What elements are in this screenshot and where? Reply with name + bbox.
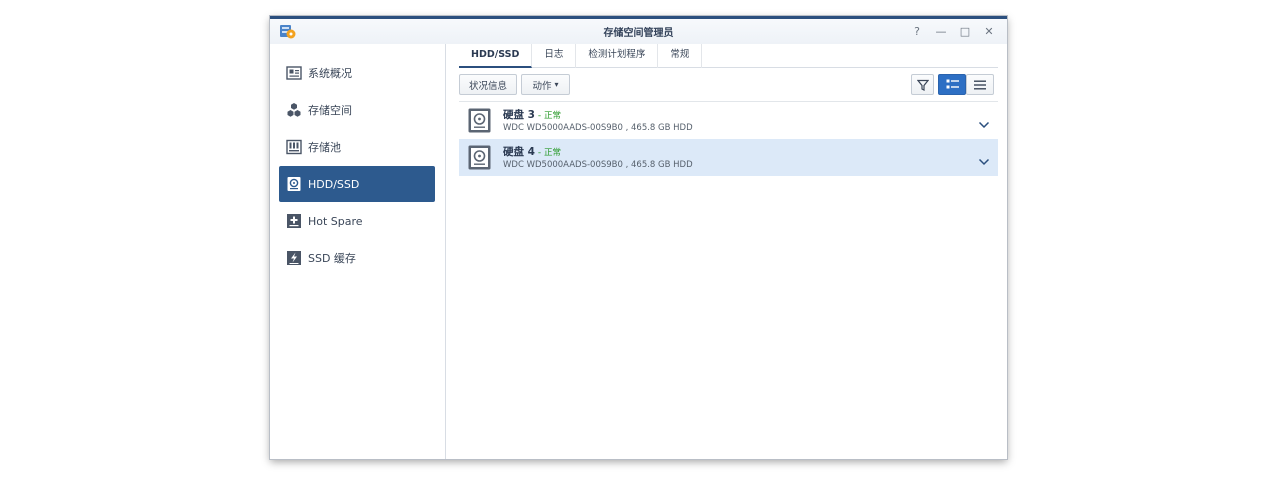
window-title: 存储空间管理员	[603, 28, 674, 39]
list-icon	[974, 80, 986, 90]
sidebar-item-label: Hot Spare	[308, 214, 363, 228]
pool-icon	[286, 139, 302, 155]
minimize-button[interactable]: —	[933, 23, 949, 39]
sidebar-item-storage-pool[interactable]: 存储池	[279, 129, 435, 165]
sidebar-item-overview[interactable]: 系统概况	[279, 55, 435, 91]
disk-status-separator: -	[534, 111, 544, 121]
tab-general[interactable]: 常规	[658, 44, 703, 68]
status-badge: 正常	[543, 148, 561, 158]
title-bar[interactable]: 存储空间管理员 ? — □ ✕	[270, 19, 1007, 44]
disk-name-text: 硬盘 3	[503, 109, 535, 121]
hard-disk-icon	[468, 145, 491, 170]
disk-description: WDC WD5000AADS-00S9B0 , 465.8 GB HDD	[503, 160, 693, 170]
caret-down-icon: ▾	[554, 80, 559, 89]
disk-status-separator: -	[534, 148, 544, 158]
list-view-button[interactable]	[966, 74, 994, 95]
disk-list: 硬盘 3 - 正常 WDC WD5000AADS-00S9B0 , 465.8 …	[459, 101, 998, 176]
hard-disk-icon	[468, 108, 491, 133]
overview-icon	[286, 65, 302, 81]
sidebar-item-label: 系统概况	[308, 67, 352, 80]
chevron-down-icon[interactable]	[978, 115, 990, 129]
maximize-button[interactable]: □	[957, 23, 973, 39]
close-button[interactable]: ✕	[981, 23, 997, 39]
sidebar-item-hdd-ssd[interactable]: HDD/SSD	[279, 166, 435, 202]
list-item[interactable]: 硬盘 4 - 正常 WDC WD5000AADS-00S9B0 , 465.8 …	[459, 139, 998, 176]
toolbar: 状况信息 动作 ▾	[459, 74, 998, 96]
ssd-cache-icon	[286, 250, 302, 266]
tab-hdd-ssd[interactable]: HDD/SSD	[459, 44, 533, 68]
sidebar-item-label: HDD/SSD	[308, 177, 360, 191]
storage-manager-window: 存储空间管理员 ? — □ ✕ 系统概况 存储空间 存储池 HDD/SSD Ho…	[270, 16, 1007, 459]
disk-name: 硬盘 4 - 正常	[503, 144, 561, 159]
action-label: 动作	[532, 80, 552, 92]
detail-list-icon	[946, 79, 959, 90]
status-badge: 正常	[543, 111, 561, 121]
sidebar-item-hot-spare[interactable]: Hot Spare	[279, 203, 435, 239]
disk-name-text: 硬盘 4	[503, 146, 535, 158]
cubes-icon	[286, 102, 302, 118]
disk-name: 硬盘 3 - 正常	[503, 107, 561, 122]
filter-button[interactable]	[911, 74, 934, 95]
action-dropdown-button[interactable]: 动作 ▾	[521, 74, 570, 95]
sidebar-item-ssd-cache[interactable]: SSD 缓存	[279, 240, 435, 276]
chevron-down-icon[interactable]	[978, 152, 990, 166]
sidebar: 系统概况 存储空间 存储池 HDD/SSD Hot Spare SSD 缓存	[270, 44, 446, 459]
help-button[interactable]: ?	[909, 23, 925, 39]
sidebar-item-label: 存储空间	[308, 104, 352, 117]
main-panel: HDD/SSD 日志 检测计划程序 常规 状况信息 动作 ▾ 硬盘 3 - 正常…	[447, 44, 1007, 459]
sidebar-item-label: SSD 缓存	[308, 252, 356, 265]
tab-bar: HDD/SSD 日志 检测计划程序 常规	[459, 44, 998, 68]
health-info-button[interactable]: 状况信息	[459, 74, 517, 95]
filter-icon	[916, 79, 929, 91]
hot-spare-icon	[286, 213, 302, 229]
list-item[interactable]: 硬盘 3 - 正常 WDC WD5000AADS-00S9B0 , 465.8 …	[459, 102, 998, 139]
disk-description: WDC WD5000AADS-00S9B0 , 465.8 GB HDD	[503, 123, 693, 133]
tab-test-scheduler[interactable]: 检测计划程序	[576, 44, 659, 68]
sidebar-item-volume[interactable]: 存储空间	[279, 92, 435, 128]
hdd-icon	[286, 176, 302, 192]
sidebar-item-label: 存储池	[308, 141, 341, 154]
detail-view-button[interactable]	[938, 74, 966, 95]
tab-log[interactable]: 日志	[532, 44, 577, 68]
